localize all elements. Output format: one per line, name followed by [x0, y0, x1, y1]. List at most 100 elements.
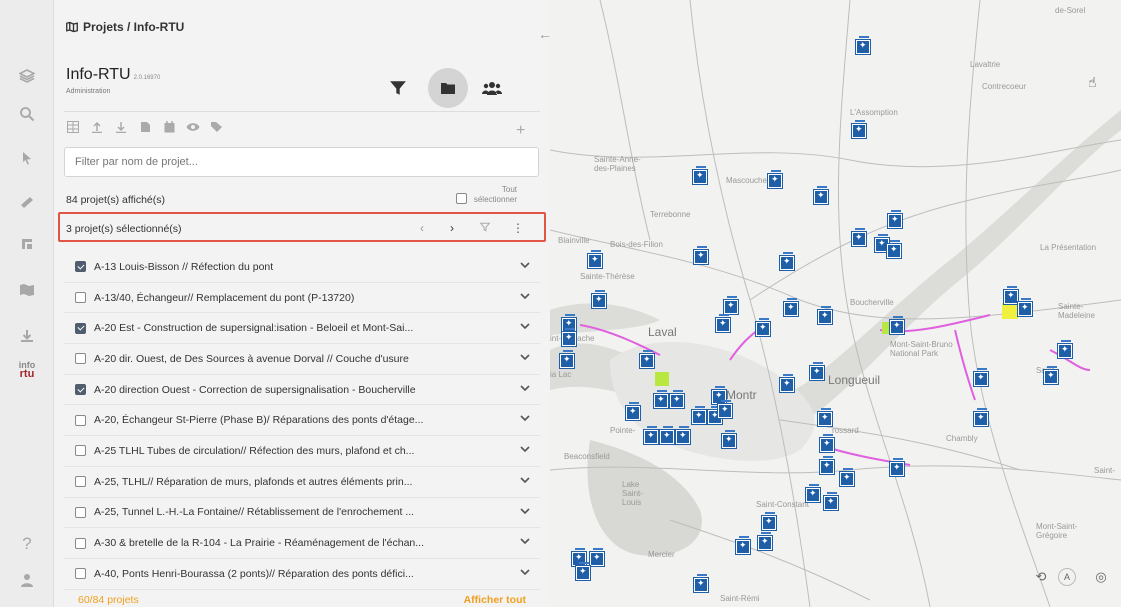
project-checkbox[interactable]	[75, 445, 86, 457]
project-marker[interactable]	[640, 350, 654, 368]
document-icon[interactable]	[138, 120, 152, 134]
locate-icon[interactable]: ◎	[1090, 566, 1112, 588]
filter-selection-icon[interactable]	[479, 221, 491, 235]
previous-icon[interactable]: ‹	[420, 221, 424, 235]
project-marker[interactable]	[590, 548, 604, 566]
project-marker[interactable]	[818, 408, 832, 426]
project-marker[interactable]	[716, 314, 730, 332]
chevron-down-icon[interactable]	[520, 261, 530, 272]
project-marker[interactable]	[840, 468, 854, 486]
map-icon[interactable]	[0, 272, 54, 308]
project-marker[interactable]	[722, 430, 736, 448]
project-checkbox[interactable]	[75, 476, 86, 488]
project-marker[interactable]	[974, 408, 988, 426]
project-marker[interactable]	[888, 210, 902, 228]
project-marker[interactable]	[818, 306, 832, 324]
project-checkbox[interactable]	[75, 292, 86, 304]
project-marker[interactable]	[562, 328, 576, 346]
table-icon[interactable]	[66, 120, 80, 134]
project-marker[interactable]	[820, 456, 834, 474]
project-checkbox[interactable]	[75, 384, 86, 396]
project-marker[interactable]	[670, 390, 684, 408]
chevron-down-icon[interactable]	[520, 445, 530, 456]
users-button[interactable]	[474, 70, 510, 106]
chevron-down-icon[interactable]	[520, 384, 530, 395]
project-checkbox[interactable]	[75, 353, 86, 365]
project-marker[interactable]	[762, 512, 776, 530]
project-checkbox[interactable]	[75, 261, 86, 273]
chevron-down-icon[interactable]	[520, 353, 530, 364]
search-icon[interactable]	[0, 96, 54, 132]
chevron-down-icon[interactable]	[520, 322, 530, 333]
filter-button[interactable]	[380, 70, 416, 106]
project-checkbox[interactable]	[75, 568, 86, 580]
project-marker[interactable]	[820, 434, 834, 452]
project-marker[interactable]	[810, 362, 824, 380]
download-icon[interactable]	[0, 318, 54, 354]
project-marker[interactable]	[1044, 366, 1058, 384]
ruler-icon[interactable]	[0, 184, 54, 220]
history-icon[interactable]: ⟲	[1030, 566, 1052, 588]
calendar-icon[interactable]	[162, 120, 176, 134]
tags-icon[interactable]	[210, 120, 224, 134]
project-marker[interactable]	[694, 246, 708, 264]
project-marker[interactable]	[718, 400, 732, 418]
project-marker[interactable]	[784, 298, 798, 316]
project-marker[interactable]	[592, 290, 606, 308]
project-marker[interactable]	[1004, 286, 1018, 304]
project-marker[interactable]	[692, 406, 706, 424]
upload-icon[interactable]	[90, 120, 104, 134]
eye-icon[interactable]	[186, 120, 200, 134]
next-icon[interactable]: ›	[450, 221, 454, 235]
project-row[interactable]: A-13 Louis-Bisson // Réfection du pont	[64, 252, 540, 283]
select-all-checkbox[interactable]	[456, 193, 467, 204]
project-row[interactable]: A-30 & bretelle de la R-104 - La Prairie…	[64, 528, 540, 559]
project-row[interactable]: A-20, Échangeur St-Pierre (Phase B)/ Rép…	[64, 405, 540, 437]
project-marker[interactable]	[806, 484, 820, 502]
project-marker[interactable]	[1018, 298, 1032, 316]
project-filter-input[interactable]	[64, 147, 539, 177]
layers-icon[interactable]	[0, 58, 54, 94]
project-row[interactable]: A-25 TLHL Tubes de circulation// Réfecti…	[64, 436, 540, 467]
project-row[interactable]: A-13/40, Échangeur// Remplacement du pon…	[64, 283, 540, 314]
project-marker[interactable]	[824, 492, 838, 510]
chevron-down-icon[interactable]	[520, 476, 530, 487]
project-marker[interactable]	[852, 120, 866, 138]
project-marker[interactable]	[588, 250, 602, 268]
project-marker[interactable]	[736, 536, 750, 554]
cursor-icon[interactable]	[0, 140, 54, 176]
project-marker[interactable]	[576, 562, 590, 580]
project-marker[interactable]	[560, 350, 574, 368]
project-marker[interactable]	[676, 426, 690, 444]
chevron-down-icon[interactable]	[520, 568, 530, 579]
add-project-button[interactable]: +	[516, 122, 525, 140]
chevron-down-icon[interactable]	[520, 537, 530, 548]
project-marker[interactable]	[758, 532, 772, 550]
project-checkbox[interactable]	[75, 414, 86, 426]
project-marker[interactable]	[780, 252, 794, 270]
project-marker[interactable]	[660, 426, 674, 444]
chevron-down-icon[interactable]	[520, 292, 530, 303]
project-marker[interactable]	[856, 36, 870, 54]
project-marker[interactable]	[756, 318, 770, 336]
more-options-icon[interactable]: ⋮	[512, 221, 524, 235]
project-marker[interactable]	[724, 296, 738, 314]
help-icon[interactable]: ?	[0, 526, 54, 562]
project-row[interactable]: A-40, Ponts Henri-Bourassa (2 ponts)// R…	[64, 559, 540, 590]
project-marker[interactable]	[780, 374, 794, 392]
map-view[interactable]: de-Sorel Lavaltrie Contrecoeur L'Assompt…	[550, 0, 1121, 607]
project-marker[interactable]	[887, 240, 901, 258]
project-row[interactable]: A-20 dir. Ouest, de Des Sources à avenue…	[64, 344, 540, 375]
project-marker[interactable]	[814, 186, 828, 204]
project-checkbox[interactable]	[75, 506, 86, 518]
project-row[interactable]: A-25, TLHL// Réparation de murs, plafond…	[64, 467, 540, 498]
project-marker[interactable]	[644, 426, 658, 444]
show-all-link[interactable]: Afficher tout	[464, 594, 526, 606]
north-arrow-icon[interactable]: A	[1058, 568, 1076, 586]
project-row[interactable]: A-25, Tunnel L.-H.-La Fontaine// Rétabli…	[64, 498, 540, 529]
project-row[interactable]: A-20 direction Ouest - Correction de sup…	[64, 375, 540, 406]
info-rtu-logo[interactable]: info rtu	[0, 352, 54, 388]
project-marker[interactable]	[890, 458, 904, 476]
project-checkbox[interactable]	[75, 537, 86, 549]
select-all[interactable]: Tout sélectionner	[456, 185, 517, 205]
